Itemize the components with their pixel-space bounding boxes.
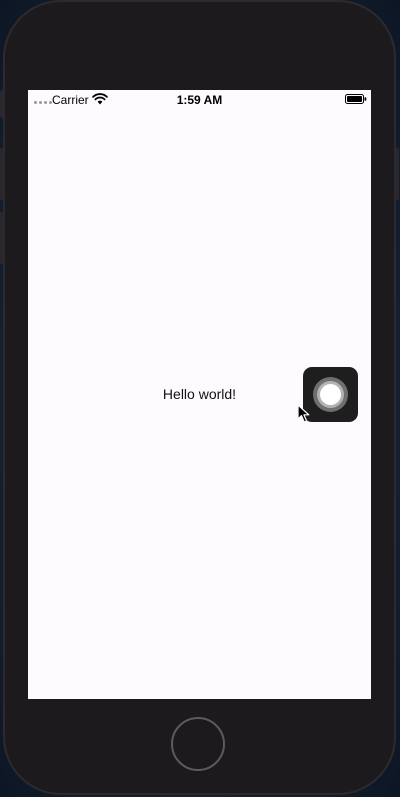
volume-up-button <box>0 148 4 200</box>
mouse-cursor-icon <box>297 404 310 423</box>
battery-icon <box>345 94 367 104</box>
volume-down-button <box>0 212 4 264</box>
assistive-touch-button[interactable] <box>303 367 358 422</box>
power-button <box>395 148 399 200</box>
assistive-touch-icon <box>313 377 348 412</box>
mute-switch <box>0 90 4 118</box>
simulator-window: Carrier 1:59 AM Hello world! <box>0 0 400 797</box>
home-button-icon[interactable] <box>171 717 225 771</box>
status-bar: Carrier 1:59 AM <box>28 90 371 110</box>
status-time: 1:59 AM <box>176 93 223 107</box>
